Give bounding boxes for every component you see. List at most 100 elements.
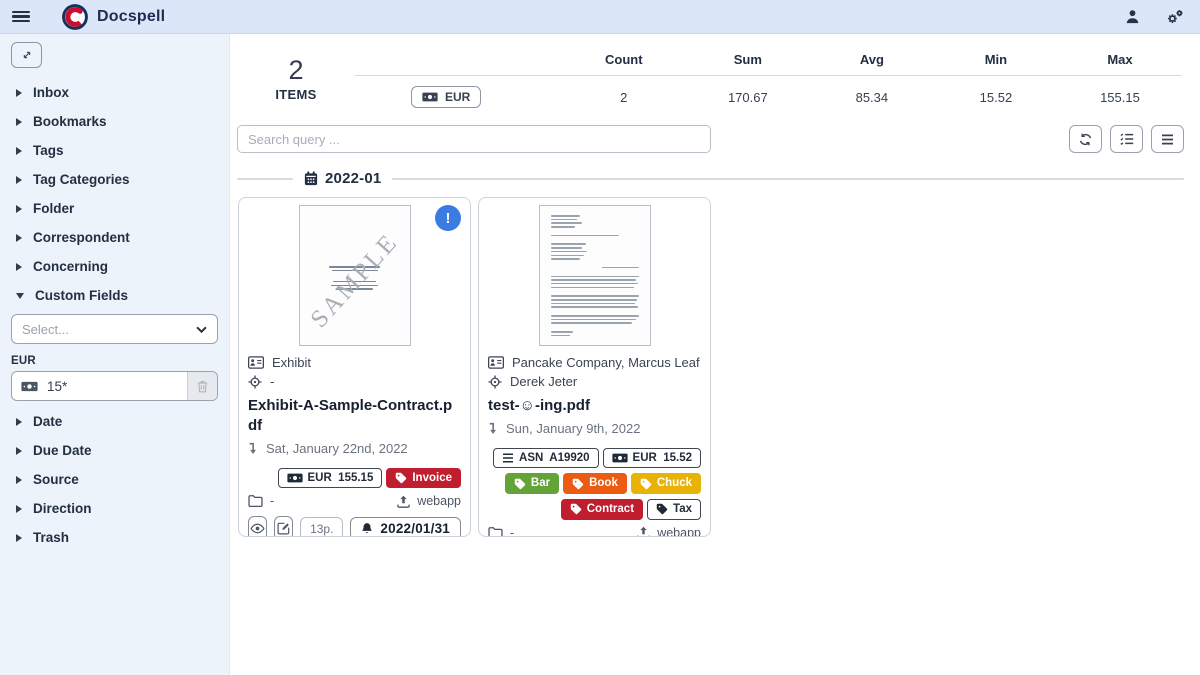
document-thumbnail[interactable]: SAMPLE ! [239,198,470,348]
tag-icon [514,478,526,490]
currency-filter-button[interactable]: EUR [411,86,481,108]
item-date: Sun, January 9th, 2022 [506,421,640,436]
badge-eur-155-15[interactable]: EUR 155.15 [278,468,383,489]
docspell-logo-icon [62,4,88,30]
correspondent-text[interactable]: Exhibit [272,355,311,370]
edit-button[interactable] [274,516,293,537]
badge-tax[interactable]: Tax [647,499,701,520]
caret-icon [16,418,22,426]
caret-icon [16,447,22,455]
folder-icon [488,527,503,537]
sidebar-filters-bottom: Date Due Date Source Direction Trash [11,407,218,552]
badges-row: EUR 155.15Invoice [248,468,461,489]
divider-line [392,178,1184,180]
user-icon[interactable] [1125,9,1140,24]
arrow-down-icon [248,441,258,456]
gears-icon[interactable] [1166,9,1184,25]
sidebar-item-source[interactable]: Source [11,465,218,494]
tag-icon [656,503,668,515]
correspondent-text[interactable]: Pancake Company, Marcus Leaf [512,355,700,370]
calendar-icon [304,171,318,186]
badge-bar[interactable]: Bar [505,473,559,494]
sidebar-item-folder[interactable]: Folder [11,194,218,223]
source-value: webapp [417,494,461,508]
item-title[interactable]: test-☺-ing.pdf [488,396,701,416]
edit-icon [277,522,290,535]
refresh-button[interactable] [1069,125,1102,153]
caret-icon [16,234,22,242]
list-icon [502,453,514,463]
items-count: 2 [237,56,355,84]
due-date-text: 2022/01/31 [380,521,450,536]
sidebar-item-tags[interactable]: Tags [11,136,218,165]
stats-section: 2 ITEMS CountSumAvgMinMax EUR 2170.6785.… [237,44,1192,109]
menu-icon[interactable] [12,11,30,23]
upload-icon [397,495,410,508]
due-date-badge[interactable]: 2022/01/31 [350,517,461,537]
main-content: 2 ITEMS CountSumAvgMinMax EUR 2170.6785.… [230,34,1200,675]
search-input[interactable] [237,125,711,153]
select-mode-button[interactable] [1110,125,1143,153]
badge-invoice[interactable]: Invoice [386,468,461,489]
sidebar-item-label: Correspondent [33,230,130,245]
select-placeholder: Select... [22,322,69,337]
custom-field-select[interactable]: Select... [11,314,218,344]
sidebar-item-label: Concerning [33,259,108,274]
concerning-text[interactable]: - [270,374,274,389]
badge-contract[interactable]: Contract [561,499,643,520]
item-card[interactable]: ! Pancake Company, Marcus Leaf Derek Jet [478,197,711,537]
badges-row: ASN A19920EUR 15.52 BarBookChuck ContractT… [488,448,701,520]
alert-badge-icon[interactable]: ! [435,205,461,231]
document-preview: SAMPLE [299,205,411,346]
stats-value-avg: 85.34 [810,76,934,110]
stats-value-sum: 170.67 [686,76,810,110]
view-menu-button[interactable] [1151,125,1184,153]
stats-header-min: Min [934,48,1058,76]
concerning-text[interactable]: Derek Jeter [510,374,577,389]
badge-chuck[interactable]: Chuck [631,473,701,494]
tag-icon [570,503,582,515]
sidebar-item-correspondent[interactable]: Correspondent [11,223,218,252]
sidebar-item-label: Tag Categories [33,172,130,187]
folder-value: - [270,494,274,508]
clear-field-button[interactable] [187,372,217,400]
caret-icon [16,118,22,126]
sidebar-expand-button[interactable] [11,42,42,68]
month-divider: 2022-01 [237,170,1192,187]
item-title[interactable]: Exhibit-A-Sample-Contract.pdf [248,396,461,436]
caret-icon [16,534,22,542]
sidebar-item-direction[interactable]: Direction [11,494,218,523]
brand[interactable]: Docspell [62,4,165,30]
caret-icon [16,263,22,271]
sidebar-item-tag-categories[interactable]: Tag Categories [11,165,218,194]
sidebar-item-concerning[interactable]: Concerning [11,252,218,281]
sidebar-item-label: Folder [33,201,74,216]
tag-icon [395,472,407,484]
bell-icon [361,522,373,535]
sidebar-item-label: Inbox [33,85,69,100]
stats-table: CountSumAvgMinMax EUR 2170.6785.3415.521… [355,48,1182,109]
sidebar-item-date[interactable]: Date [11,407,218,436]
item-date: Sat, January 22nd, 2022 [266,441,408,456]
bars-icon [1161,134,1174,145]
tag-icon [572,478,584,490]
sidebar-item-bookmarks[interactable]: Bookmarks [11,107,218,136]
divider-line [237,178,293,180]
badge-eur-15-52[interactable]: EUR 15.52 [603,448,701,469]
folder-icon [248,495,263,507]
preview-button[interactable] [248,516,267,537]
document-thumbnail[interactable]: ! [479,198,710,348]
sidebar-item-trash[interactable]: Trash [11,523,218,552]
top-navbar: Docspell [0,0,1200,34]
badge-asn-a19920[interactable]: ASN A19920 [493,448,599,469]
sidebar-item-inbox[interactable]: Inbox [11,78,218,107]
chevron-down-icon [196,326,207,333]
custom-field-value-input[interactable] [45,372,187,400]
sidebar-item-due-date[interactable]: Due Date [11,436,218,465]
badge-book[interactable]: Book [563,473,627,494]
sidebar-item-custom-fields[interactable]: Custom Fields [11,281,218,310]
filter-sidebar: Inbox Bookmarks Tags Tag Categories Fold… [0,34,230,675]
money-bill-icon [612,453,628,463]
item-card[interactable]: SAMPLE ! Exhibit - [238,197,471,537]
app-title: Docspell [97,8,165,26]
